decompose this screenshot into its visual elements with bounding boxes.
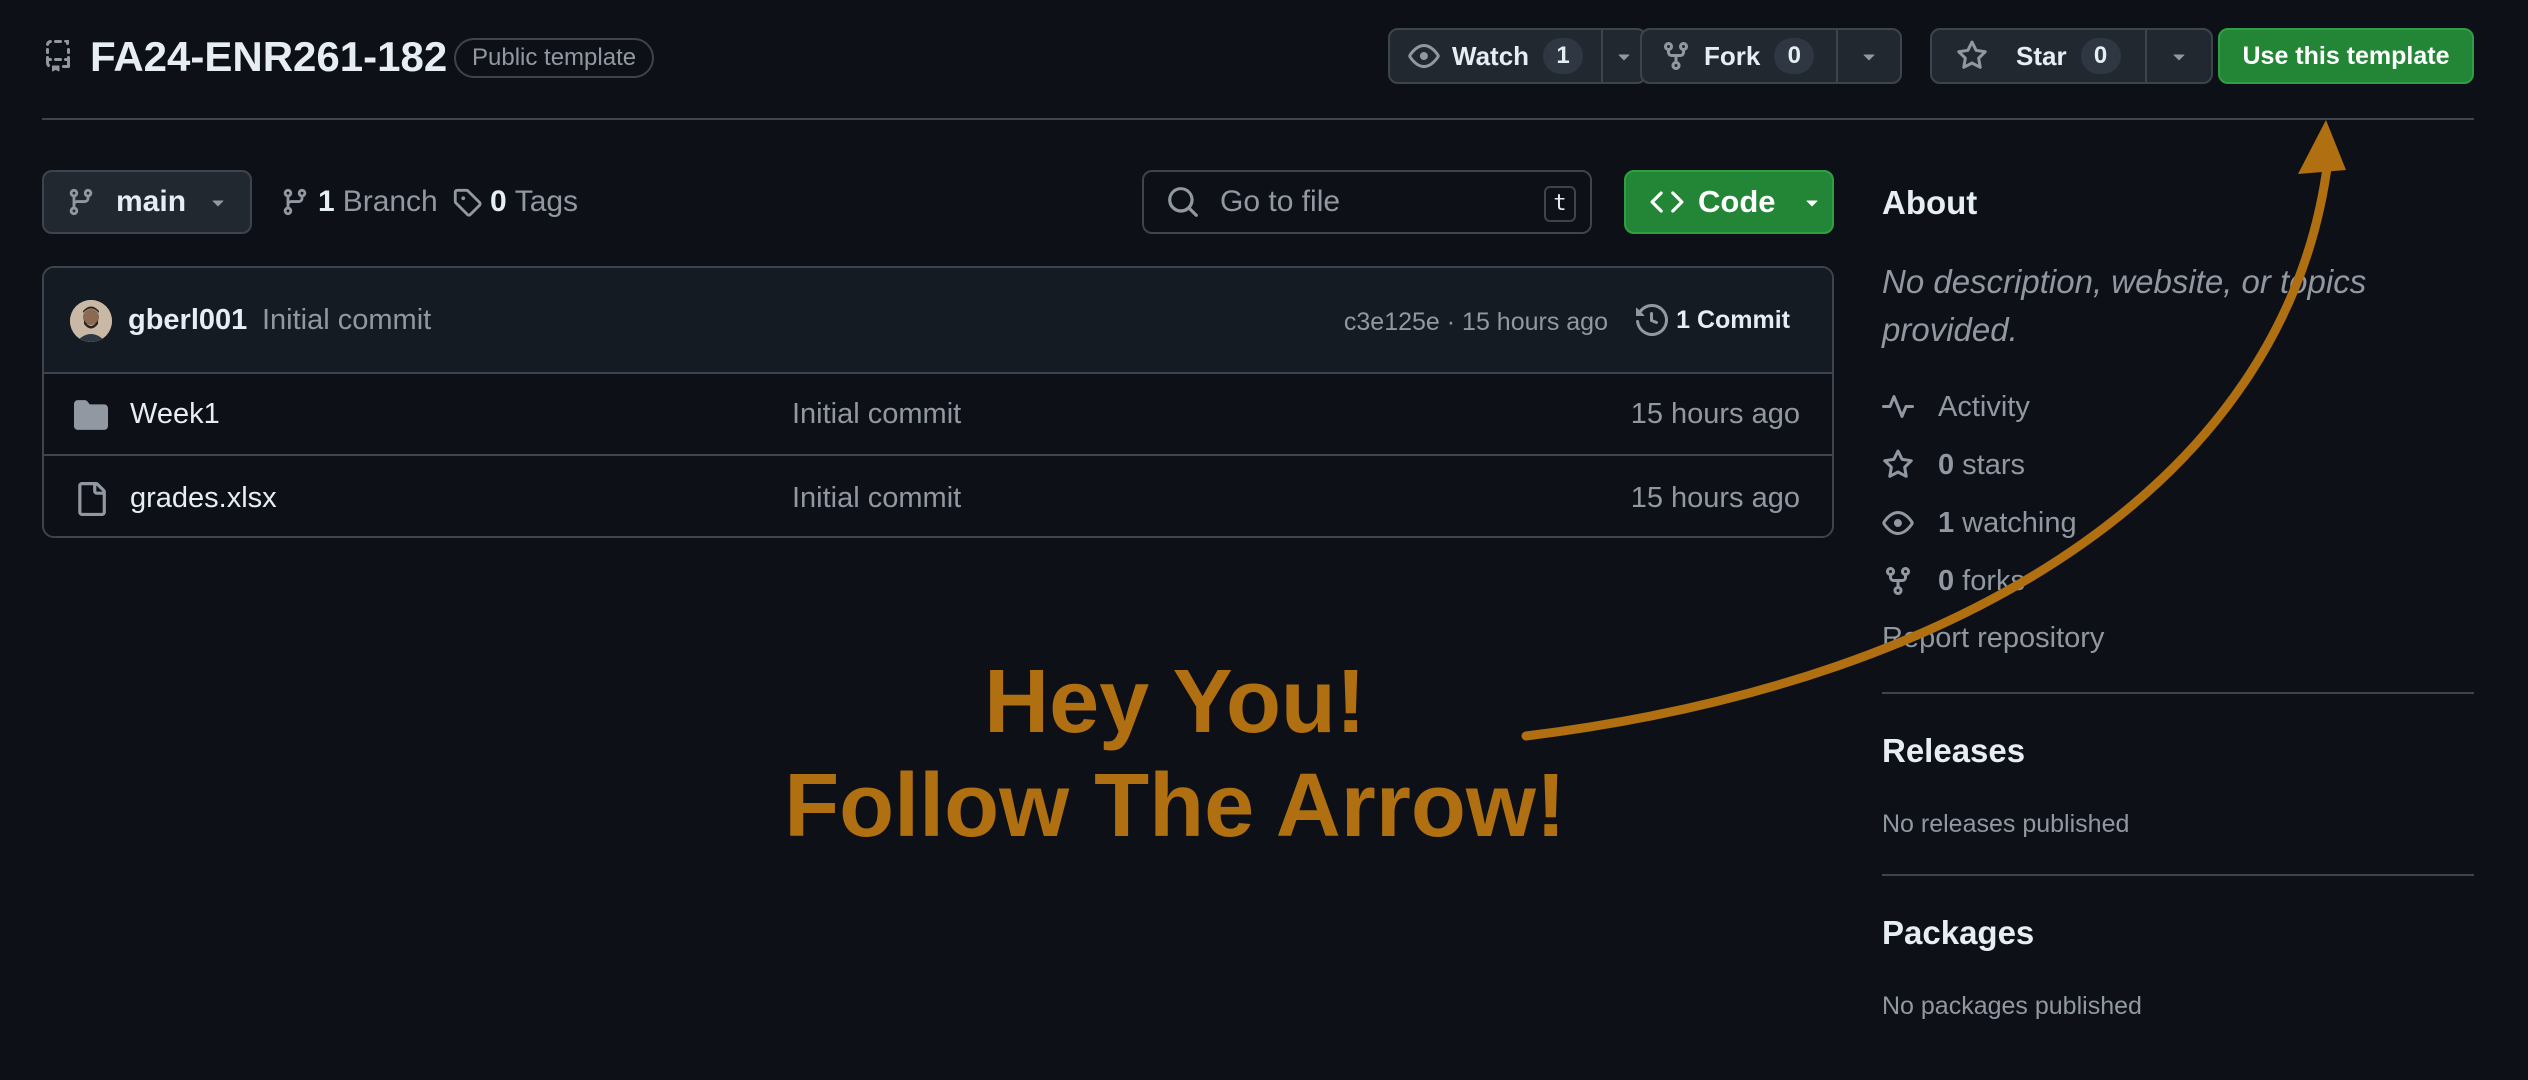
pulse-icon bbox=[1882, 395, 1914, 418]
annotation-line-2: Follow The Arrow! bbox=[784, 756, 1566, 856]
header-divider bbox=[42, 118, 2474, 120]
forks-count: 0 bbox=[1938, 564, 1955, 597]
commits-link[interactable]: 1 Commit bbox=[1636, 304, 1790, 336]
forks-link[interactable]: 0 forks bbox=[1882, 561, 2025, 601]
file-commit-message[interactable]: Initial commit bbox=[792, 398, 961, 431]
fork-icon bbox=[1886, 567, 1910, 596]
caret-down-icon bbox=[212, 200, 224, 207]
fork-button[interactable]: Fork 0 bbox=[1642, 30, 1839, 82]
go-to-file-placeholder: Go to file bbox=[1220, 185, 1341, 218]
avatar-image bbox=[70, 300, 112, 342]
branch-selector[interactable]: main bbox=[42, 170, 252, 234]
table-row[interactable]: grades.xlsx Initial commit 15 hours ago bbox=[44, 458, 1832, 536]
caret-down-icon bbox=[1806, 200, 1817, 207]
annotation-text: Hey You! Follow The Arrow! bbox=[700, 650, 1650, 858]
search-icon bbox=[1168, 187, 1198, 217]
branch-name: main bbox=[116, 185, 187, 218]
watch-button[interactable]: Watch 1 bbox=[1390, 30, 1604, 82]
watching-count: 1 bbox=[1938, 506, 1955, 539]
report-repository-link[interactable]: Report repository bbox=[1882, 622, 2104, 655]
stars-count: 0 bbox=[1938, 448, 1955, 481]
repo-header: FA24-ENR261-182 Public template Watch 1 … bbox=[42, 28, 2474, 86]
watch-label: Watch bbox=[1452, 40, 1530, 71]
releases-empty-text: No releases published bbox=[1882, 810, 2130, 838]
about-description: No description, website, or topics provi… bbox=[1882, 263, 2367, 348]
watching-label: watching bbox=[1962, 506, 2077, 539]
code-label: Code bbox=[1698, 184, 1776, 219]
star-label: Star bbox=[2016, 40, 2067, 71]
table-row[interactable]: Week1 Initial commit 15 hours ago bbox=[44, 374, 1832, 456]
activity-label: Activity bbox=[1938, 390, 2030, 423]
folder-icon bbox=[74, 400, 108, 430]
sidebar-divider bbox=[1882, 874, 2474, 876]
stars-link[interactable]: 0 stars bbox=[1882, 445, 2025, 485]
avatar[interactable] bbox=[70, 300, 112, 342]
annotation-line-1: Hey You! bbox=[984, 652, 1366, 752]
file-icon bbox=[78, 482, 106, 516]
code-icon bbox=[1650, 191, 1684, 213]
history-icon bbox=[1636, 304, 1669, 336]
watch-dropdown[interactable] bbox=[1603, 30, 1645, 82]
fork-button-group: Fork 0 bbox=[1640, 28, 1903, 84]
commit-message[interactable]: Initial commit bbox=[262, 304, 431, 337]
annotation-arrow bbox=[1521, 120, 2346, 741]
watch-count: 1 bbox=[1543, 38, 1584, 74]
star-button-group: Star 0 bbox=[1930, 28, 2213, 84]
repo-title[interactable]: FA24-ENR261-182 bbox=[90, 32, 447, 82]
about-title: About bbox=[1882, 184, 1978, 221]
star-icon bbox=[1957, 40, 1987, 69]
file-list: gberl001 Initial commit c3e125e · 15 hou… bbox=[42, 266, 1834, 538]
packages-empty-text: No packages published bbox=[1882, 992, 2142, 1020]
commit-sha-time[interactable]: c3e125e · 15 hours ago bbox=[1344, 308, 1608, 337]
branch-count: 1 bbox=[318, 185, 335, 218]
commit-author[interactable]: gberl001 bbox=[128, 304, 247, 337]
star-icon bbox=[1883, 449, 1913, 478]
activity-link[interactable]: Activity bbox=[1882, 387, 2030, 427]
file-commit-message[interactable]: Initial commit bbox=[792, 482, 961, 515]
file-name[interactable]: Week1 bbox=[130, 398, 220, 431]
commit-count-label: 1 Commit bbox=[1676, 305, 1790, 334]
star-count: 0 bbox=[2080, 38, 2121, 74]
fork-label: Fork bbox=[1704, 40, 1761, 71]
eye-icon bbox=[1408, 44, 1440, 68]
arrow-head bbox=[2298, 120, 2346, 174]
visibility-badge: Public template bbox=[454, 38, 655, 78]
tag-icon bbox=[453, 188, 482, 217]
eye-icon bbox=[1882, 511, 1914, 535]
star-button[interactable]: Star 0 bbox=[1932, 30, 2147, 82]
branch-label: Branch bbox=[342, 185, 438, 218]
caret-down-icon bbox=[1863, 54, 1875, 61]
repo-template-icon bbox=[45, 40, 70, 72]
tag-label: Tags bbox=[514, 185, 579, 218]
watch-button-group: Watch 1 bbox=[1388, 28, 1648, 84]
file-name[interactable]: grades.xlsx bbox=[130, 482, 277, 515]
use-template-button[interactable]: Use this template bbox=[2218, 28, 2474, 84]
fork-dropdown[interactable] bbox=[1838, 30, 1900, 82]
branch-icon bbox=[69, 188, 93, 216]
latest-commit-bar: gberl001 Initial commit c3e125e · 15 hou… bbox=[44, 268, 1832, 374]
branch-icon bbox=[283, 188, 307, 216]
caret-down-icon bbox=[2173, 54, 2185, 61]
fork-icon bbox=[1664, 42, 1688, 71]
caret-down-icon bbox=[1618, 54, 1630, 61]
releases-title[interactable]: Releases bbox=[1882, 732, 2025, 770]
fork-count: 0 bbox=[1774, 38, 1815, 74]
branches-link[interactable]: 1 Branch bbox=[280, 180, 438, 224]
watching-link[interactable]: 1 watching bbox=[1882, 503, 2077, 543]
star-dropdown[interactable] bbox=[2147, 30, 2211, 82]
go-to-file-input[interactable]: Go to file t bbox=[1142, 170, 1592, 234]
shortcut-key: t bbox=[1544, 186, 1576, 222]
stars-label: stars bbox=[1962, 448, 2025, 481]
packages-title[interactable]: Packages bbox=[1882, 914, 2034, 952]
code-button[interactable]: Code bbox=[1624, 170, 1834, 234]
file-time: 15 hours ago bbox=[1630, 482, 1800, 514]
forks-label: forks bbox=[1962, 564, 2025, 597]
file-time: 15 hours ago bbox=[1630, 398, 1800, 430]
tags-link[interactable]: 0 Tags bbox=[452, 180, 578, 224]
tag-count: 0 bbox=[490, 185, 507, 218]
sidebar-divider bbox=[1882, 692, 2474, 694]
